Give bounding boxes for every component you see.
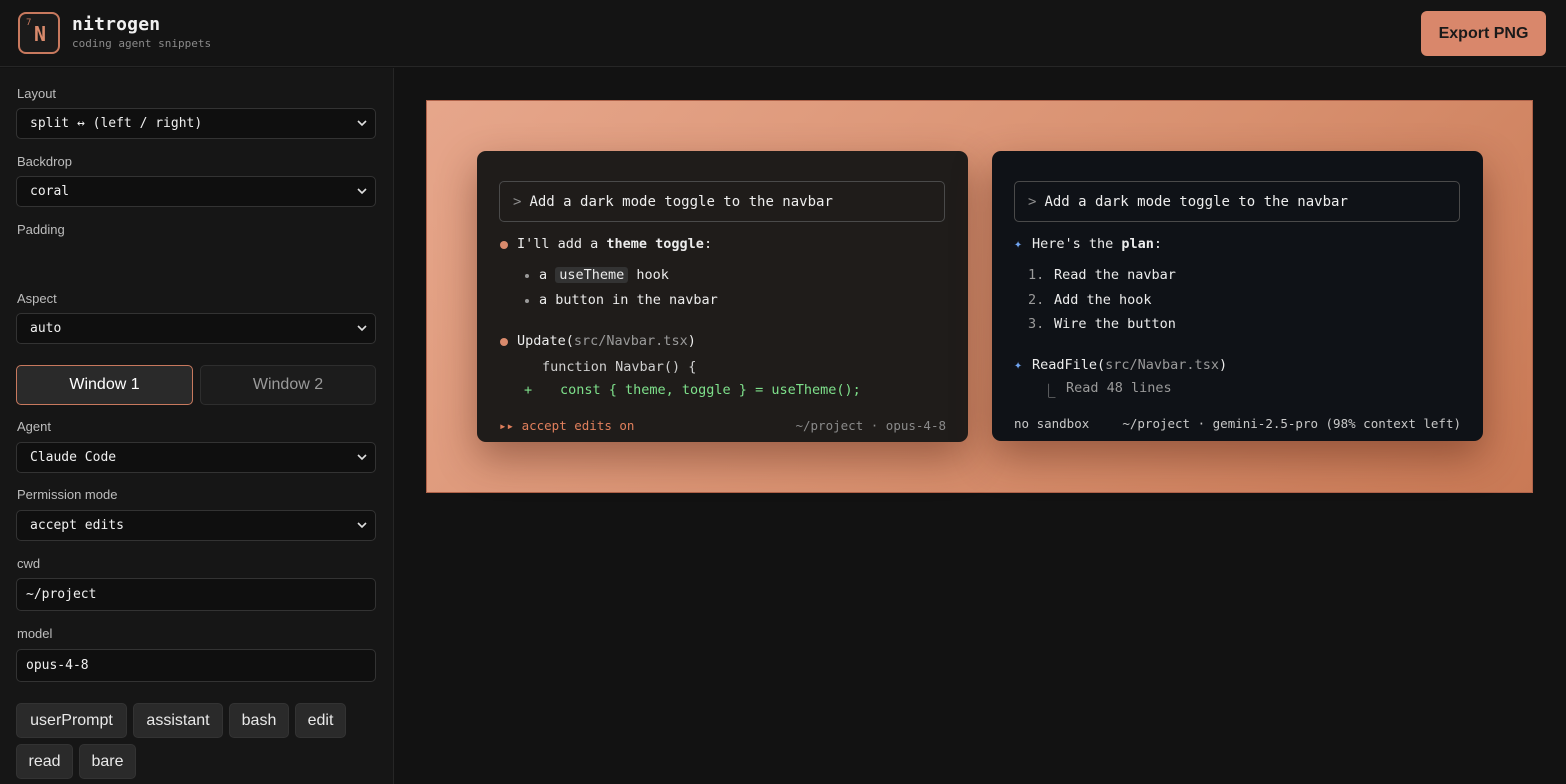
terminal-window-left: > Add a dark mode toggle to the navbar I… [477, 151, 968, 442]
permission-label: Permission mode [17, 487, 118, 502]
logo-letter: N [34, 22, 47, 46]
agent-select[interactable]: Claude Code [16, 442, 376, 473]
chip-bash[interactable]: bash [229, 703, 289, 738]
status-cwd-model: ~/project · opus-4-8 [795, 418, 946, 433]
result-branch-icon: ⎿ [1042, 384, 1056, 400]
layout-label: Layout [17, 86, 57, 101]
step-number: 1. [1028, 267, 1045, 283]
tool-call: Update(src/Navbar.tsx) [517, 333, 696, 349]
message-bold: theme toggle [606, 236, 704, 252]
chevron-down-icon [357, 120, 367, 127]
diff-added-line: const { theme, toggle } = useTheme(); [560, 382, 861, 398]
chevron-down-icon [357, 325, 367, 332]
code-line: function Navbar() { [542, 359, 697, 375]
logo-number: 7 [26, 18, 32, 28]
chevron-down-icon [357, 188, 367, 195]
layout-value: split ↔ (left / right) [30, 116, 203, 131]
agent-value: Claude Code [30, 450, 117, 465]
step-text: Wire the button [1054, 316, 1176, 332]
tool-dot-icon [500, 338, 508, 346]
terminal-window-right: > Add a dark mode toggle to the navbar ✦… [992, 151, 1483, 441]
backdrop-value: coral [30, 184, 70, 199]
chip-bare[interactable]: bare [79, 744, 136, 779]
message-colon: : [1153, 236, 1163, 252]
tab-window-2[interactable]: Window 2 [200, 365, 376, 405]
app-subtitle: coding agent snippets [72, 37, 212, 50]
inline-code: useTheme [555, 267, 629, 283]
sandbox-status: no sandbox [1014, 416, 1090, 431]
prompt-text: Add a dark mode toggle to the navbar [1044, 193, 1348, 210]
chevron-down-icon [357, 522, 367, 529]
settings-sidebar: Layout split ↔ (left / right) Backdrop c… [0, 68, 394, 784]
cwd-input[interactable]: ~/project [16, 578, 376, 611]
aspect-select[interactable]: auto [16, 313, 376, 344]
tool-close: ) [687, 333, 696, 349]
app-name: nitrogen [72, 14, 161, 35]
list-item-text: hook [628, 267, 669, 283]
cwd-label: cwd [17, 556, 41, 571]
step-text: Add the hook [1054, 292, 1152, 308]
list-item: a useTheme hook [539, 267, 669, 283]
preview-canvas: > Add a dark mode toggle to the navbar I… [426, 100, 1533, 493]
step-number: 3. [1028, 316, 1045, 332]
backdrop-select[interactable]: coral [16, 176, 376, 207]
tool-close: ) [1218, 357, 1228, 373]
agent-label: Agent [17, 419, 51, 434]
user-prompt-box: > Add a dark mode toggle to the navbar [499, 181, 945, 222]
app-logo: 7 N [18, 12, 60, 54]
chevron-down-icon [357, 454, 367, 461]
sparkle-icon: ✦ [1014, 236, 1023, 252]
chip-assistant[interactable]: assistant [133, 703, 223, 738]
message-colon: : [703, 236, 713, 252]
permission-status: ▸▸ accept edits on [499, 418, 635, 433]
backdrop-label: Backdrop [17, 154, 72, 169]
model-input[interactable]: opus-4-8 [16, 649, 376, 682]
status-cwd-model: ~/project · gemini-2.5-pro (98% context … [1122, 416, 1461, 431]
sparkle-icon: ✦ [1014, 357, 1023, 373]
aspect-label: Aspect [17, 291, 57, 306]
tab-window-1[interactable]: Window 1 [16, 365, 193, 405]
message-bold: plan [1121, 236, 1154, 252]
user-prompt-box: > Add a dark mode toggle to the navbar [1014, 181, 1460, 222]
model-label: model [17, 626, 53, 641]
tool-name: ReadFile( [1032, 357, 1106, 373]
tool-result: Read 48 lines [1066, 380, 1172, 396]
message-text: Here's the [1032, 236, 1122, 252]
list-item-text: a [539, 267, 556, 283]
chip-edit[interactable]: edit [295, 703, 346, 738]
aspect-value: auto [30, 321, 62, 336]
assistant-message: Here's the plan: [1032, 236, 1162, 252]
tool-arg: src/Navbar.tsx [1105, 357, 1219, 373]
assistant-message: I'll add a theme toggle: [517, 236, 712, 252]
prompt-text: Add a dark mode toggle to the navbar [529, 193, 833, 210]
app-header: 7 N nitrogen coding agent snippets Expor… [0, 0, 1566, 67]
chip-userprompt[interactable]: userPrompt [16, 703, 127, 738]
brand: nitrogen coding agent snippets [72, 14, 211, 50]
permission-value: accept edits [30, 518, 124, 533]
chip-read[interactable]: read [16, 744, 73, 779]
diff-plus: + [524, 382, 533, 398]
assistant-dot-icon [500, 241, 508, 249]
step-number: 2. [1028, 292, 1045, 308]
step-text: Read the navbar [1054, 267, 1176, 283]
bullet-icon [525, 274, 529, 278]
tool-arg: src/Navbar.tsx [573, 333, 688, 349]
message-text: I'll add a [517, 236, 607, 252]
prompt-caret: > [1028, 193, 1037, 210]
padding-label: Padding [17, 222, 65, 237]
layout-select[interactable]: split ↔ (left / right) [16, 108, 376, 139]
bullet-icon [525, 299, 529, 303]
tool-call: ReadFile(src/Navbar.tsx) [1032, 357, 1227, 373]
export-png-button[interactable]: Export PNG [1421, 11, 1546, 56]
list-item: a button in the navbar [539, 292, 718, 308]
permission-select[interactable]: accept edits [16, 510, 376, 541]
prompt-caret: > [513, 193, 522, 210]
tool-name: Update( [517, 333, 574, 349]
